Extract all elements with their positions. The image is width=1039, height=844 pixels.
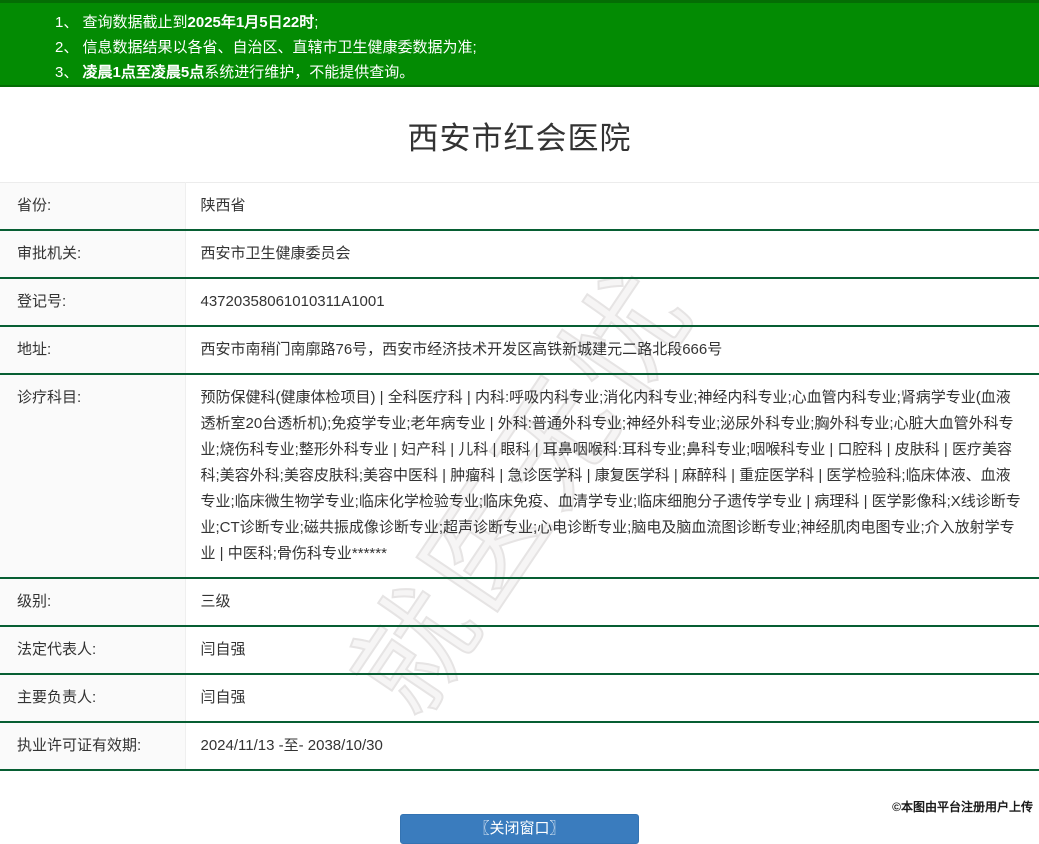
table-row: 法定代表人: 闫自强 [0, 626, 1039, 675]
notice-text-pre: 2、 信息数据结果以各省、自治区、直辖市卫生健康委数据为准; [55, 39, 477, 56]
row-label: 省份: [0, 182, 186, 231]
row-label: 法定代表人: [0, 626, 186, 675]
row-value: 预防保健科(健康体检项目) | 全科医疗科 | 内科:呼吸内科专业;消化内科专业… [185, 374, 1039, 579]
row-label: 级别: [0, 578, 186, 627]
row-value: 三级 [185, 578, 1039, 627]
row-label: 地址: [0, 326, 186, 375]
table-row: 执业许可证有效期: 2024/11/13 -至- 2038/10/30 [0, 722, 1039, 771]
row-value: 闫自强 [185, 626, 1039, 675]
notice-text-post: 系统进行维护，不能提供查询。 [204, 64, 415, 81]
notice-line: 3、 凌晨1点至凌晨5点系统进行维护，不能提供查询。 [55, 60, 1039, 85]
row-value: 西安市卫生健康委员会 [185, 230, 1039, 279]
table-row: 级别: 三级 [0, 578, 1039, 627]
row-value: 陕西省 [185, 182, 1039, 231]
table-row: 主要负责人: 闫自强 [0, 674, 1039, 723]
hospital-info-rows: 省份: 陕西省 审批机关: 西安市卫生健康委员会 登记号: 437203580610103… [0, 182, 1039, 771]
notice-banner: 1、 查询数据截止到2025年1月5日22时; 2、 信息数据结果以各省、自治区、… [0, 0, 1039, 87]
notice-text-pre: 1、 查询数据截止到 [55, 14, 188, 31]
notice-text-post: ; [314, 14, 319, 31]
table-row: 登记号: 43720358061010311A1001 [0, 278, 1039, 327]
row-label: 登记号: [0, 278, 186, 327]
row-value: 2024/11/13 -至- 2038/10/30 [185, 722, 1039, 771]
image-credit: ©本图由平台注册用户上传 [892, 800, 1033, 814]
notice-line: 2、 信息数据结果以各省、自治区、直辖市卫生健康委数据为准; [55, 35, 1039, 60]
row-value: 闫自强 [185, 674, 1039, 723]
notice-text-pre: 3、 [55, 64, 83, 81]
hospital-info-table: 省份: 陕西省 审批机关: 西安市卫生健康委员会 登记号: 437203580610103… [0, 182, 1039, 771]
table-row: 地址: 西安市南稍门南廓路76号，西安市经济技术开发区高铁新城建元二路北段666号 [0, 326, 1039, 375]
row-label: 审批机关: [0, 230, 186, 279]
row-label: 执业许可证有效期: [0, 722, 186, 771]
notice-text-bold: 2025年1月5日22时 [187, 14, 315, 31]
page-title: 西安市红会医院 [407, 121, 632, 156]
notice-line: 1、 查询数据截止到2025年1月5日22时; [55, 10, 1039, 35]
row-label: 主要负责人: [0, 674, 186, 723]
row-label: 诊疗科目: [0, 374, 186, 579]
row-value: 西安市南稍门南廓路76号，西安市经济技术开发区高铁新城建元二路北段666号 [185, 326, 1039, 375]
notice-text-bold: 凌晨1点至凌晨5点 [82, 64, 205, 81]
table-row: 省份: 陕西省 [0, 182, 1039, 231]
table-row: 诊疗科目: 预防保健科(健康体检项目) | 全科医疗科 | 内科:呼吸内科专业;消… [0, 374, 1039, 579]
row-value: 43720358061010311A1001 [185, 278, 1039, 327]
table-row: 审批机关: 西安市卫生健康委员会 [0, 230, 1039, 279]
